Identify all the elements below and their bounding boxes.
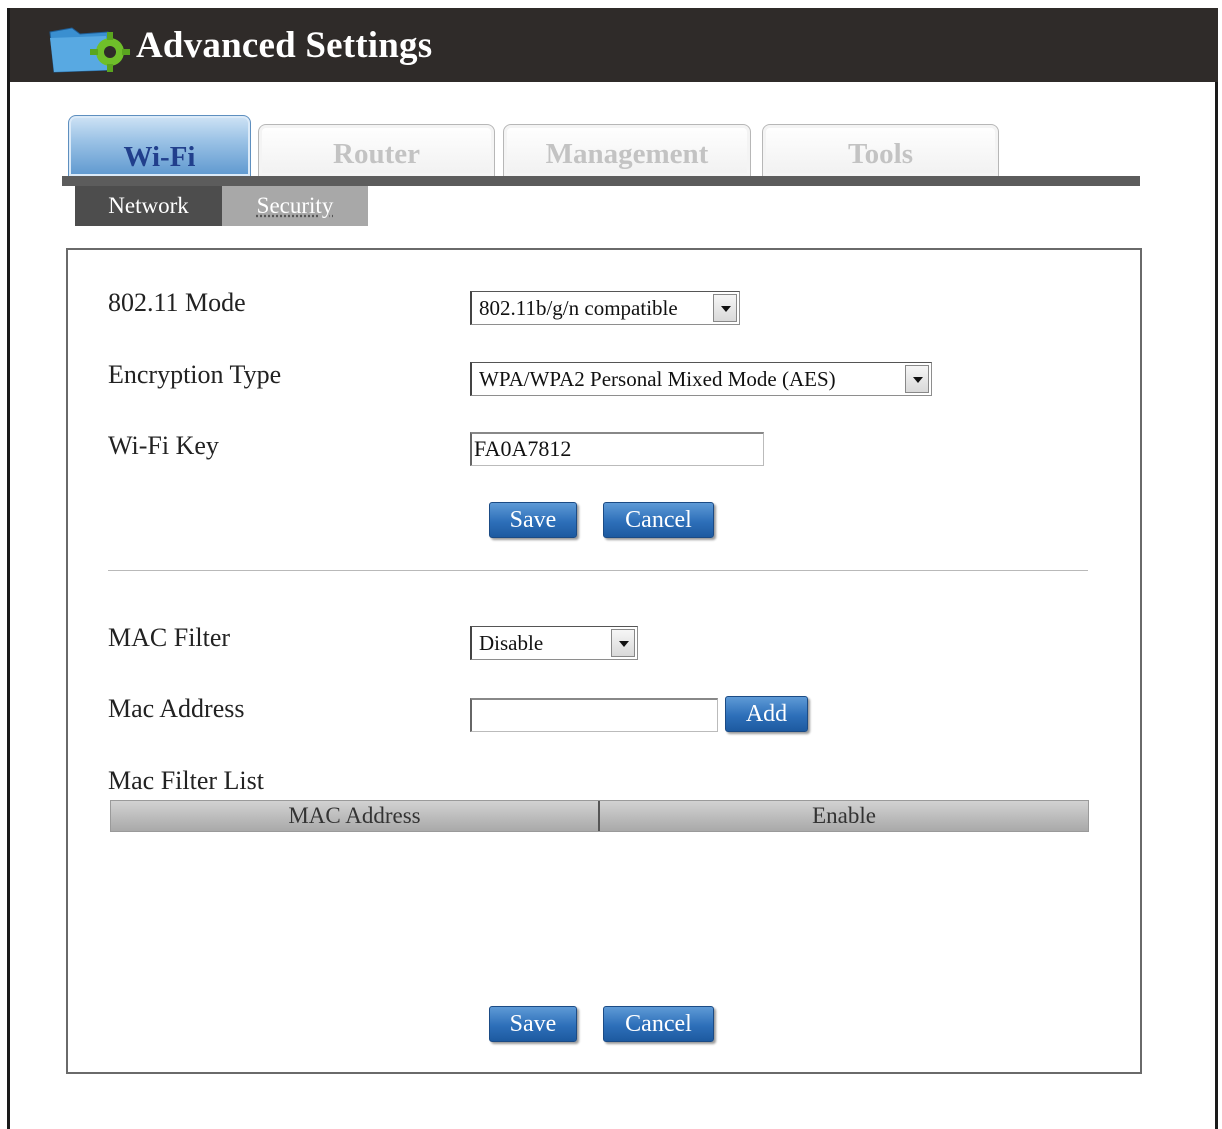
mac-filter-select[interactable]: Disable	[470, 626, 638, 660]
mac-filter-table-header: MAC Address Enable	[110, 800, 1089, 832]
save-button[interactable]: Save	[489, 502, 577, 538]
column-header-mac-address: MAC Address	[111, 801, 600, 831]
wifi-key-label: Wi-Fi Key	[108, 431, 219, 460]
tab-router[interactable]: Router	[258, 124, 495, 176]
tab-bar-underline	[62, 176, 1140, 186]
chevron-down-icon[interactable]	[905, 365, 929, 393]
subtab-security[interactable]: Security	[222, 186, 368, 226]
cancel-button-bottom[interactable]: Cancel	[603, 1006, 714, 1042]
subtab-security-label: Security	[256, 193, 334, 218]
section-divider	[108, 570, 1088, 571]
save-button-bottom[interactable]: Save	[489, 1006, 577, 1042]
mac-address-label: Mac Address	[108, 694, 245, 723]
tab-tools[interactable]: Tools	[762, 124, 999, 176]
mode-label: 802.11 Mode	[108, 288, 246, 317]
chevron-down-icon[interactable]	[611, 629, 635, 657]
chevron-down-icon[interactable]	[713, 294, 737, 322]
mac-filter-list-label: Mac Filter List	[108, 766, 264, 795]
encryption-type-select-value: WPA/WPA2 Personal Mixed Mode (AES)	[479, 367, 836, 391]
folder-gear-icon	[49, 27, 130, 73]
column-header-enable: Enable	[812, 803, 876, 828]
encryption-type-select[interactable]: WPA/WPA2 Personal Mixed Mode (AES)	[470, 362, 932, 396]
cancel-button[interactable]: Cancel	[603, 502, 714, 538]
subtab-network[interactable]: Network	[75, 186, 222, 226]
wifi-key-input[interactable]: FA0A7812	[470, 432, 764, 466]
mac-filter-label: MAC Filter	[108, 623, 231, 652]
tab-wifi[interactable]: Wi-Fi	[68, 115, 251, 176]
tab-management[interactable]: Management	[503, 124, 751, 176]
encryption-type-label: Encryption Type	[108, 360, 282, 389]
mode-select[interactable]: 802.11b/g/n compatible	[470, 291, 740, 325]
mac-filter-select-value: Disable	[479, 631, 544, 655]
mode-select-value: 802.11b/g/n compatible	[479, 296, 678, 320]
add-button[interactable]: Add	[725, 696, 808, 732]
mac-address-input[interactable]	[470, 698, 718, 732]
page-title: Advanced Settings	[136, 25, 433, 66]
